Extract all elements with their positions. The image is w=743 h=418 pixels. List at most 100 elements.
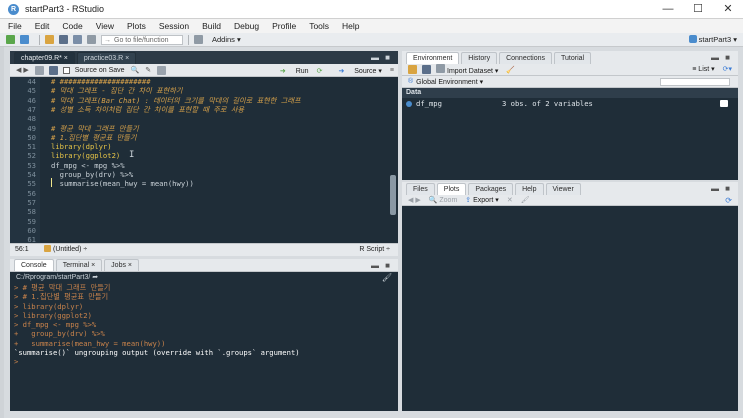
- import-dataset-button[interactable]: Import Dataset ▾: [436, 64, 498, 75]
- console-path: C:/Rprogram/startPart3/ ➦: [16, 274, 99, 281]
- tab-environment[interactable]: Environment: [406, 52, 460, 64]
- maximize-button[interactable]: ☐: [683, 0, 713, 19]
- tab-tutorial[interactable]: Tutorial: [554, 52, 592, 64]
- show-in-window-icon[interactable]: [34, 65, 44, 75]
- window-frame: [0, 47, 4, 418]
- menu-tools[interactable]: Tools: [309, 21, 329, 31]
- pane-minmax-icon[interactable]: ▬ ■: [711, 184, 732, 193]
- view-table-icon[interactable]: [720, 100, 728, 107]
- pane-minmax-icon[interactable]: ▬ ■: [711, 53, 732, 62]
- source-editor-pane: chapter09.R* × practice03.R × ▬ ■ ◀ ▶ So…: [10, 51, 398, 256]
- function-icon: [44, 245, 51, 252]
- load-workspace-icon[interactable]: [408, 65, 417, 74]
- pane-minmax-icon[interactable]: ▬ ■: [371, 53, 392, 62]
- layout-grid-icon[interactable]: [194, 35, 203, 44]
- global-environment-selector[interactable]: Global Environment ▾: [416, 78, 483, 86]
- tab-jobs[interactable]: Jobs ×: [104, 259, 139, 271]
- menu-profile[interactable]: Profile: [272, 21, 296, 31]
- clear-plots-icon[interactable]: 🖌: [521, 196, 530, 204]
- console-line: > library(dplyr): [14, 301, 84, 311]
- line-number: 51: [27, 142, 36, 152]
- refresh-plot-icon[interactable]: ⟳: [725, 195, 732, 206]
- line-number: 52: [27, 151, 36, 161]
- menu-code[interactable]: Code: [62, 21, 82, 31]
- addins-menu[interactable]: Addins ▾: [212, 35, 241, 44]
- text-cursor: [51, 178, 52, 187]
- import-dataset-label: Import Dataset ▾: [447, 68, 499, 75]
- tab-connections[interactable]: Connections: [499, 52, 552, 64]
- new-file-icon[interactable]: [6, 35, 15, 44]
- save-icon[interactable]: [59, 35, 68, 44]
- save-workspace-icon[interactable]: [422, 65, 431, 74]
- tab-files[interactable]: Files: [406, 183, 435, 195]
- menu-edit[interactable]: Edit: [35, 21, 50, 31]
- tab-viewer[interactable]: Viewer: [545, 183, 581, 195]
- export-icon: ⇪: [465, 197, 472, 204]
- compile-report-icon[interactable]: [157, 65, 167, 75]
- document-outline-icon[interactable]: ≡: [390, 67, 394, 74]
- env-var-name: df_mpg: [416, 99, 442, 108]
- project-menu[interactable]: startPart3 ▾: [688, 35, 737, 44]
- source-on-save-checkbox[interactable]: [62, 66, 70, 74]
- view-mode-selector[interactable]: ≡ List ▾: [692, 66, 714, 73]
- source-arrow-icon: ➜: [338, 67, 345, 75]
- tab-help[interactable]: Help: [515, 183, 544, 195]
- code-text: # 막대 그래프(Bar Chat) : 데이터의 크기를 막대의 길이로 표현…: [51, 95, 301, 105]
- code-tools-icon[interactable]: ✎: [145, 66, 151, 74]
- tab-packages[interactable]: Packages: [468, 183, 514, 195]
- menu-debug[interactable]: Debug: [234, 21, 259, 31]
- goto-file-input[interactable]: Go to file/function: [101, 34, 183, 45]
- open-folder-icon[interactable]: [45, 35, 54, 44]
- console-output[interactable]: > # 평균 막대 그래프 만들기 > # 1.집단별 평균표 만들기 > libr…: [10, 283, 398, 367]
- pane-minmax-icon[interactable]: ▬ ■: [371, 261, 392, 270]
- toolbar-divider: [188, 34, 189, 45]
- editor-tabs: chapter09.R* × practice03.R × ▬ ■: [10, 51, 398, 64]
- print-icon[interactable]: [87, 35, 96, 44]
- minimize-button[interactable]: —: [653, 0, 683, 19]
- tab-practice03[interactable]: practice03.R ×: [76, 52, 137, 64]
- editor-toolbar-right: ➜ Run ⟳ ➜ Source ▾ ≡: [264, 64, 394, 77]
- console-line: > library(ggplot2): [14, 310, 92, 320]
- close-button[interactable]: ✕: [713, 0, 743, 19]
- editor-scrollbar[interactable]: [390, 175, 396, 215]
- run-button[interactable]: ➜ Run: [272, 67, 309, 75]
- rerun-button[interactable]: ⟳: [317, 67, 323, 75]
- clear-console-icon[interactable]: 🖌: [382, 273, 392, 282]
- back-forward-icon[interactable]: ◀ ▶: [16, 66, 29, 74]
- menu-session[interactable]: Session: [159, 21, 189, 31]
- menu-view[interactable]: View: [96, 21, 114, 31]
- save-all-icon[interactable]: [73, 35, 82, 44]
- menu-build[interactable]: Build: [202, 21, 221, 31]
- source-button[interactable]: ➜ Source ▾: [330, 67, 381, 75]
- new-project-icon[interactable]: [20, 35, 29, 44]
- broom-icon[interactable]: 🧹: [506, 66, 515, 74]
- remove-plot-icon[interactable]: ✕: [507, 196, 513, 204]
- code-text: # 성별 소득 차이처럼 집단 간 차이를 표현할 때 주로 사용: [51, 104, 245, 114]
- menu-plots[interactable]: Plots: [127, 21, 146, 31]
- tab-console[interactable]: Console: [14, 259, 54, 271]
- tab-chapter09[interactable]: chapter09.R* ×: [14, 52, 75, 64]
- zoom-button[interactable]: 🔍 Zoom: [429, 196, 458, 204]
- environment-toolbar-right: ≡ List ▾ ⟳▾: [692, 64, 732, 76]
- code-text: summarise(mean_hwy = mean(hwy)): [51, 179, 194, 189]
- code-area[interactable]: 44 # ##################### 45 # 막대 그래프 - 집단…: [10, 77, 398, 243]
- window-controls: — ☐ ✕: [653, 0, 743, 19]
- file-type-selector[interactable]: R Script ÷: [359, 244, 390, 256]
- refresh-icon[interactable]: ⟳▾: [723, 66, 732, 73]
- tab-terminal[interactable]: Terminal ×: [55, 259, 103, 271]
- tab-history[interactable]: History: [461, 52, 498, 64]
- code-text: # 평균 막대 그래프 만들기: [51, 123, 139, 133]
- export-button[interactable]: ⇪ Export ▾: [465, 196, 499, 204]
- line-number: 53: [27, 160, 36, 170]
- menu-file[interactable]: File: [8, 21, 22, 31]
- expand-dataframe-icon[interactable]: [406, 101, 412, 107]
- zoom-label: Zoom: [439, 197, 458, 204]
- save-icon[interactable]: [48, 65, 58, 75]
- search-icon[interactable]: 🔍: [131, 66, 140, 74]
- environment-search-input[interactable]: [660, 78, 730, 86]
- menu-help[interactable]: Help: [342, 21, 359, 31]
- env-row-df-mpg[interactable]: df_mpg 3 obs. of 2 variables: [402, 98, 738, 109]
- scope-selector[interactable]: (Untitled) ÷: [44, 244, 87, 256]
- tab-plots[interactable]: Plots: [436, 183, 467, 195]
- plot-back-forward-icon[interactable]: ◀ ▶: [408, 196, 421, 204]
